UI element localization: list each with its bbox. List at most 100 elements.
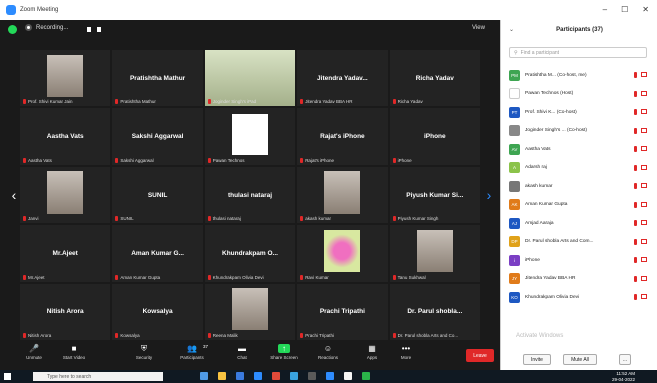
participant-row[interactable]: Pawan Technos (Host) bbox=[509, 85, 649, 104]
video-tile[interactable]: Khundrakpam O... Khundrakpam Olivia Devi bbox=[204, 225, 296, 282]
toolbar-unmute-button[interactable]: 🎤 Unmute bbox=[14, 344, 54, 360]
taskbar-app-icon[interactable] bbox=[290, 372, 298, 380]
participant-row[interactable]: AK Aman Kumar Gupta bbox=[509, 196, 649, 215]
record-dot-icon bbox=[25, 24, 32, 31]
video-off-icon bbox=[641, 275, 647, 281]
tile-participant-name: Nitish Arora bbox=[28, 333, 52, 338]
video-tile[interactable]: thulasi nataraj thulasi nataraj bbox=[204, 166, 296, 224]
participant-name: Khundrakpam Olivia Devi bbox=[525, 294, 580, 300]
video-tile[interactable]: Jitendra Yadav... Jitendra Yadav BBA HR bbox=[297, 50, 388, 107]
taskbar-search-input[interactable]: Type here to search bbox=[33, 372, 163, 381]
pause-recording-icon[interactable] bbox=[87, 27, 91, 32]
maximize-button[interactable]: ☐ bbox=[621, 5, 628, 14]
participant-row[interactable]: Joginder Singh's ... (Co-host) bbox=[509, 122, 649, 141]
tile-participant-name: Pratishtha Mathur bbox=[120, 99, 156, 105]
participant-video-feed bbox=[231, 288, 269, 331]
stop-recording-icon[interactable] bbox=[97, 27, 101, 32]
toolbar-share-screen-button[interactable]: ↑ Share Screen bbox=[264, 344, 304, 360]
participant-row[interactable]: JY Jitendra Yadav BBA HR bbox=[509, 270, 649, 289]
participant-row[interactable]: PT Prof. Shivi K... (Co-host) bbox=[509, 103, 649, 122]
muted-mic-icon bbox=[634, 201, 637, 208]
video-tile[interactable]: Piyush Kumar Si... Piyush Kumar Singh bbox=[389, 166, 480, 224]
video-tile[interactable]: Janvi bbox=[20, 166, 111, 224]
system-tray: 11:52 AM 29-04-2022 bbox=[612, 371, 635, 382]
windows-start-icon[interactable] bbox=[4, 373, 11, 380]
video-tile[interactable]: Aman Kumar G... Aman Kumar Gupta bbox=[112, 225, 203, 282]
video-tile[interactable]: Pratishtha Mathur Pratishtha Mathur bbox=[112, 50, 203, 107]
video-tile[interactable]: Prachi Tripathi Prachi Tripathi bbox=[297, 283, 388, 340]
participant-avatar: DP bbox=[509, 236, 520, 248]
next-page-arrow-icon[interactable]: › bbox=[484, 184, 494, 206]
video-tile[interactable]: Reena Malik bbox=[204, 283, 296, 340]
video-tile[interactable]: SUNIL SUNIL bbox=[112, 166, 203, 224]
encryption-shield-icon[interactable] bbox=[8, 25, 17, 34]
participant-row[interactable]: AJ Amjad Aaraja bbox=[509, 214, 649, 233]
video-tile[interactable]: Sakshi Aggarwal Sakshi Aggarwal bbox=[112, 108, 203, 165]
muted-mic-icon bbox=[23, 99, 26, 105]
tile-name: Kowsalya bbox=[142, 308, 173, 316]
tile-participant-name: Prachi Tripathi bbox=[305, 333, 334, 338]
mute-all-button[interactable]: Mute All bbox=[563, 354, 597, 365]
tile-name: Jitendra Yadav... bbox=[317, 74, 368, 82]
taskbar-app-icon[interactable] bbox=[200, 372, 208, 380]
taskbar-app-icon[interactable] bbox=[362, 372, 370, 380]
taskbar-app-icon[interactable] bbox=[254, 372, 262, 380]
muted-mic-icon bbox=[207, 157, 211, 163]
taskbar-app-icon[interactable] bbox=[218, 372, 226, 380]
video-tile[interactable]: Rajat's iPhone Rajat's iPhone bbox=[297, 108, 388, 165]
muted-mic-icon bbox=[207, 274, 211, 280]
participant-row[interactable]: KO Khundrakpam Olivia Devi bbox=[509, 288, 649, 307]
video-tile[interactable]: Ravi Kumar bbox=[297, 225, 388, 282]
video-tile[interactable]: iPhone iPhone bbox=[389, 108, 480, 165]
tile-participant-name: Prof. Shivi Kumar Jain bbox=[28, 99, 73, 105]
participant-row[interactable]: A Adarsh raj bbox=[509, 159, 649, 178]
video-tile[interactable]: akash kumar bbox=[297, 166, 388, 224]
view-button[interactable]: View bbox=[472, 25, 485, 31]
toolbar-security-button[interactable]: ⛨ Security bbox=[124, 344, 164, 360]
close-button[interactable]: ✕ bbox=[642, 5, 649, 14]
participant-avatar: JY bbox=[509, 273, 520, 285]
tile-name: Sakshi Aggarwal bbox=[131, 133, 184, 141]
video-tile[interactable]: Kowsalya Kowsalya bbox=[112, 283, 203, 340]
video-tile[interactable]: Nitish Arora Nitish Arora bbox=[20, 283, 111, 340]
tile-label: Piyush Kumar Singh bbox=[392, 216, 438, 222]
participant-name: Dr. Parul shobla Arts and Com... bbox=[525, 239, 594, 245]
muted-mic-icon bbox=[300, 157, 304, 163]
invite-button[interactable]: Invite bbox=[523, 354, 551, 365]
video-tile[interactable]: Tanu Sukhwal bbox=[389, 225, 480, 282]
participant-row[interactable]: AV Aastha Vats bbox=[509, 140, 649, 159]
toolbar-chat-button[interactable]: ▬ Chat bbox=[222, 344, 262, 360]
taskbar-app-icon[interactable] bbox=[272, 372, 280, 380]
taskbar-app-icon[interactable] bbox=[326, 372, 334, 380]
muted-mic-icon bbox=[634, 238, 637, 245]
participant-row[interactable]: PM Pratishtha M... (Co-host, me) bbox=[509, 66, 649, 85]
taskbar-app-icon[interactable] bbox=[344, 372, 352, 380]
tile-participant-name: thulasi nataraj bbox=[212, 216, 241, 222]
video-tile[interactable]: Dr. Parul shobla... Dr. Parul shobla Arts… bbox=[389, 283, 480, 340]
prev-page-arrow-icon[interactable]: ‹ bbox=[9, 184, 19, 206]
video-tile[interactable]: Mr.Ajeet Mr.Ajeet bbox=[20, 225, 111, 282]
participant-row[interactable]: akash kumar bbox=[509, 177, 649, 196]
taskbar-app-icon[interactable] bbox=[308, 372, 316, 380]
activation-watermark: Activate Windows bbox=[516, 333, 564, 339]
participant-row[interactable]: i iPhone bbox=[509, 251, 649, 270]
more-options-button[interactable]: ... bbox=[619, 354, 631, 365]
taskbar-app-icon[interactable] bbox=[236, 372, 244, 380]
participant-status-icons bbox=[634, 127, 647, 134]
video-tile[interactable]: Prof. Shivi Kumar Jain bbox=[20, 50, 111, 107]
video-tile[interactable]: Joginder Singh's iPad bbox=[204, 50, 296, 107]
minimize-button[interactable]: – bbox=[603, 5, 607, 14]
video-tile[interactable]: Pawan Technos bbox=[204, 108, 296, 165]
toolbar-more-button[interactable]: ••• More bbox=[386, 344, 426, 360]
video-tile[interactable]: Aastha Vats Aastha Vats bbox=[20, 108, 111, 165]
toolbar-start-video-button[interactable]: ■ Start Video bbox=[54, 344, 94, 360]
leave-button[interactable]: Leave bbox=[466, 349, 494, 362]
participant-row[interactable]: DP Dr. Parul shobla Arts and Com... bbox=[509, 233, 649, 252]
toolbar-reactions-button[interactable]: ☺ Reactions bbox=[308, 344, 348, 360]
participant-search-input[interactable]: ⚲ Find a participant bbox=[509, 47, 647, 58]
tile-participant-name: Janvi bbox=[28, 216, 39, 222]
tile-label: Sakshi Aggarwal bbox=[115, 157, 154, 163]
tile-label: Aman Kumar Gupta bbox=[115, 274, 160, 280]
video-tile[interactable]: Richa Yadav Richa Yadav bbox=[389, 50, 480, 107]
muted-mic-icon bbox=[634, 109, 637, 116]
